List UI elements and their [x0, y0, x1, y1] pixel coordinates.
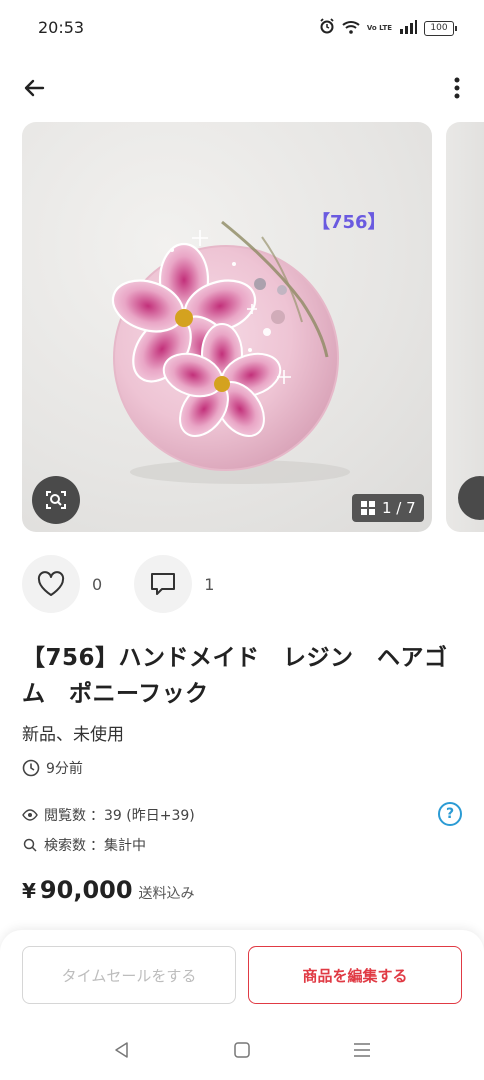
nav-menu-icon[interactable]: [350, 1038, 374, 1062]
action-row: 0 1: [22, 554, 214, 614]
image-search-icon: [46, 491, 66, 509]
nav-back-icon[interactable]: [110, 1038, 134, 1062]
product-title: 【756】ハンドメイド レジン ヘアゴム ポニーフック: [22, 645, 448, 707]
price: ¥ 90,000 送料込み: [22, 876, 195, 904]
more-vertical-icon: [454, 77, 460, 99]
views-value: ：39 (昨日+39): [90, 808, 195, 824]
image-search-icon: [458, 476, 484, 520]
status-time: 20:53: [38, 18, 85, 37]
price-value: 90,000: [39, 876, 133, 904]
resin-charm-illustration: [111, 220, 350, 484]
clock-icon: [22, 759, 40, 777]
image-counter: 1 / 7: [352, 494, 424, 522]
like-button[interactable]: [22, 555, 80, 613]
signal-icon: [399, 19, 417, 38]
heart-icon: [37, 571, 65, 596]
image-counter-text: 1 / 7: [382, 499, 416, 517]
views-row: 閲覧数 ：39 (昨日+39): [22, 802, 462, 828]
grid-icon: [361, 501, 375, 515]
currency-symbol: ¥: [22, 879, 36, 903]
item-number-tag: 【756】: [312, 212, 386, 233]
search-value: ：集計中: [90, 838, 146, 854]
posted-time: 9分前: [22, 758, 83, 778]
back-button[interactable]: [14, 68, 54, 108]
status-icons: Vo LTE 100: [319, 18, 457, 38]
timesale-button[interactable]: タイムセールをする: [22, 946, 236, 1004]
wifi-icon: [342, 19, 360, 38]
more-menu-button[interactable]: [442, 68, 472, 108]
shipping-note: 送料込み: [138, 886, 195, 902]
alarm-icon: [319, 18, 335, 38]
image-search-button[interactable]: [32, 476, 80, 524]
search-label: 検索数: [44, 838, 86, 854]
status-bar: 20:53 Vo LTE 100: [0, 0, 484, 56]
system-navigation: [0, 1030, 484, 1070]
comment-icon: [151, 573, 176, 595]
image-gallery[interactable]: 【756】 1 / 7: [22, 122, 484, 534]
search-icon: [22, 838, 38, 852]
product-photo[interactable]: 【756】 1 / 7: [22, 122, 432, 532]
next-product-photo[interactable]: [446, 122, 484, 532]
edit-product-button[interactable]: 商品を編集する: [248, 946, 462, 1004]
nav-home-icon[interactable]: [230, 1038, 254, 1062]
comment-button[interactable]: [134, 555, 193, 613]
stats-section: 閲覧数 ：39 (昨日+39) 検索数 ：集計中 ?: [22, 802, 462, 862]
battery-icon: 100: [424, 20, 457, 36]
arrow-left-icon: [24, 79, 45, 97]
product-condition: 新品、未使用: [22, 725, 124, 745]
comment-count: 1: [204, 574, 215, 594]
volte-icon: Vo LTE: [366, 23, 392, 32]
views-label: 閲覧数: [44, 808, 86, 824]
posted-time-text: 9分前: [46, 761, 83, 777]
search-row: 検索数 ：集計中: [22, 832, 462, 858]
help-icon[interactable]: ?: [438, 802, 462, 826]
like-count: 0: [92, 574, 103, 594]
eye-icon: [22, 809, 38, 821]
top-nav: [0, 60, 484, 112]
